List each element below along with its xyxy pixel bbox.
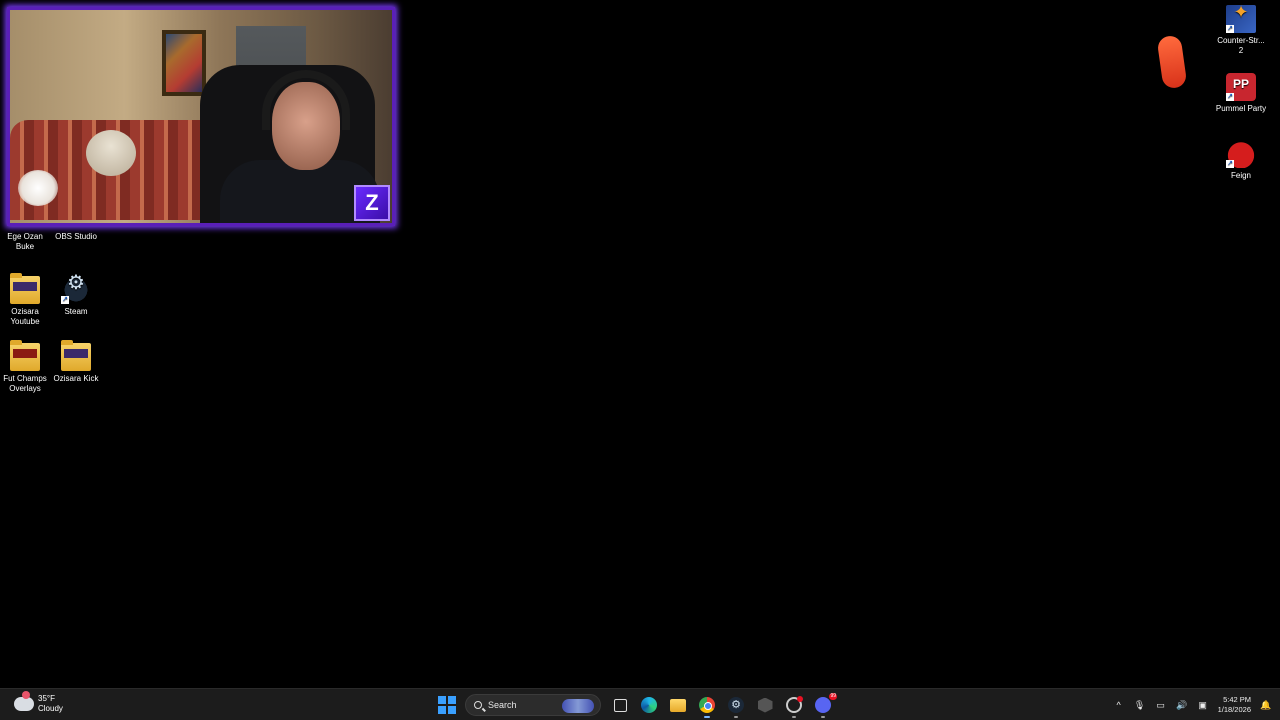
folder-icon (10, 273, 40, 304)
task-view-button[interactable] (610, 695, 630, 715)
lamp-glow (18, 170, 58, 206)
file-explorer-icon (670, 698, 686, 712)
desktop-icon-ege-ozan-buke[interactable]: Ege Ozan Buke (0, 232, 50, 252)
search-label: Search (488, 700, 517, 710)
weather-condition: Cloudy (38, 704, 63, 713)
counter-strike-icon: ↗ (1226, 5, 1256, 33)
floating-red-widget-icon[interactable] (1156, 34, 1188, 90)
desktop-icon-label: Ege Ozan Buke (7, 232, 43, 251)
desktop-icon-steam[interactable]: ↗ Steam (51, 276, 101, 317)
webcam-overlay: Z (7, 7, 395, 226)
desktop-icon-label: Pummel Party (1215, 104, 1267, 113)
desktop-icon-ozisara-kick[interactable]: Ozisara Kick (51, 340, 101, 384)
file-explorer-button[interactable] (668, 695, 688, 715)
channel-logo-letter: Z (365, 190, 379, 215)
desktop-icon-label: Fut Champs Overlays (3, 374, 47, 393)
weather-temp: 35°F (38, 694, 55, 703)
steam-button[interactable]: ⚙ (726, 695, 746, 718)
desktop-icon-feign[interactable]: ↗ Feign (1215, 140, 1267, 181)
battery-icon[interactable]: ▣ (1197, 700, 1209, 711)
search-highlight-icon (562, 699, 594, 713)
feign-icon: ↗ (1226, 140, 1256, 168)
volume-icon[interactable]: 🔊 (1176, 700, 1188, 711)
folder-icon (10, 340, 40, 371)
desktop-icon-label: Steam (64, 307, 88, 316)
edge-button[interactable] (639, 695, 659, 715)
notification-bell-icon[interactable]: 🔔 (1260, 700, 1272, 711)
edge-icon (641, 697, 657, 713)
discord-icon (815, 693, 837, 713)
weather-widget[interactable]: 35°F Cloudy (14, 691, 63, 714)
desktop-icon-label: Counter-Str... 2 (1217, 36, 1265, 55)
network-icon[interactable]: ▭ (1155, 700, 1167, 711)
discord-button[interactable] (813, 693, 837, 718)
taskbar: 35°F Cloudy Search ⚙ ^ 🎙 ▭ 🔊 ▣ 5:42 PM 1… (0, 688, 1280, 720)
taskbar-apps: Search ⚙ (438, 693, 837, 718)
wall-painting (162, 30, 206, 96)
desktop-icon-label: Ozisara Youtube (10, 307, 40, 326)
steam-icon: ⚙ (728, 697, 744, 713)
chrome-icon (699, 697, 715, 713)
desktop-icon-label: Feign (1230, 171, 1251, 180)
microphone-icon[interactable]: 🎙 (1134, 700, 1146, 711)
chrome-button[interactable] (697, 695, 717, 718)
cloudy-weather-icon (14, 691, 34, 711)
channel-logo-icon: Z (354, 185, 390, 221)
desktop-icon-counter-strike-2[interactable]: ↗ Counter-Str... 2 (1215, 5, 1267, 56)
clock[interactable]: 5:42 PM 1/18/2026 (1218, 695, 1251, 715)
obs-icon (786, 696, 803, 713)
hex-app-icon (757, 697, 773, 713)
hex-app-button[interactable] (755, 695, 775, 715)
folder-icon (61, 340, 91, 371)
pillow (86, 130, 136, 176)
desktop-icon-ozisara-youtube[interactable]: Ozisara Youtube (0, 273, 50, 327)
clock-date: 1/18/2026 (1217, 705, 1251, 714)
taskbar-search[interactable]: Search (465, 694, 601, 716)
desktop-icon-pummel-party[interactable]: ↗ Pummel Party (1215, 73, 1267, 114)
pummel-party-icon: ↗ (1226, 73, 1256, 101)
system-tray: ^ 🎙 ▭ 🔊 ▣ 5:42 PM 1/18/2026 🔔 (1113, 693, 1272, 717)
obs-button[interactable] (784, 695, 804, 718)
start-icon[interactable] (438, 696, 456, 714)
desktop-icon-label: Ozisara Kick (53, 374, 99, 383)
search-icon (474, 701, 482, 709)
task-view-icon (613, 698, 627, 712)
clock-time: 5:42 PM (1223, 695, 1251, 704)
tray-overflow-chevron-icon[interactable]: ^ (1113, 700, 1125, 710)
desktop-icon-fut-champs-overlays[interactable]: Fut Champs Overlays (0, 340, 50, 394)
desktop-icon-obs-studio[interactable]: OBS Studio (51, 232, 101, 242)
steam-icon: ↗ (61, 276, 91, 304)
desktop-icon-label: OBS Studio (55, 232, 97, 241)
